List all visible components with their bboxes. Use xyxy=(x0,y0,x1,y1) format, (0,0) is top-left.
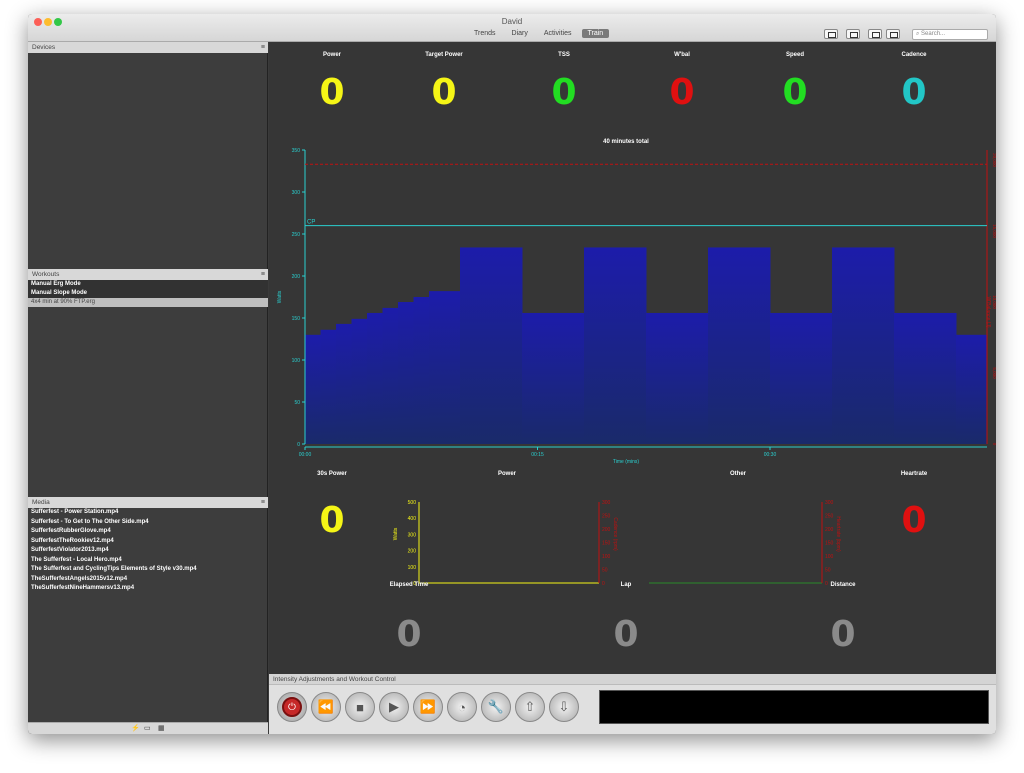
fast-forward-icon: ⏩ xyxy=(419,699,437,714)
power-icon: ⏻ xyxy=(282,697,302,717)
media-item[interactable]: SufferfestRubberGlove.mp4 xyxy=(28,527,268,537)
lap-value: 0 xyxy=(613,614,639,655)
tab-train[interactable]: Train xyxy=(581,29,610,38)
single-view-button[interactable] xyxy=(868,29,882,39)
play-icon: ▶ xyxy=(389,699,399,714)
fast-forward-button[interactable]: ⏩ xyxy=(413,692,443,722)
mini-cadence-ytick: 50 xyxy=(602,568,608,574)
media-item[interactable]: Sufferfest - To Get to The Other Side.mp… xyxy=(28,518,268,528)
stopwatch-icon: ◔ xyxy=(458,699,466,715)
devices-header: Devices ≡ xyxy=(28,42,268,53)
elapsed-time-label: Elapsed Time xyxy=(389,582,429,588)
hamburger-icon[interactable]: ≡ xyxy=(261,269,265,280)
distance-label: Distance xyxy=(830,582,856,588)
media-item[interactable]: SufferfestViolator2013.mp4 xyxy=(28,546,268,556)
mini-cadence-ytick: 150 xyxy=(602,541,611,547)
workout-control-panel: Intensity Adjustments and Workout Contro… xyxy=(269,674,996,734)
mini-cadence-ytick: 200 xyxy=(602,527,611,533)
lap-label: Lap xyxy=(620,582,632,588)
workout-item-selected[interactable]: 4x4 min at 90% FTP.erg xyxy=(28,298,268,307)
media-header: Media ≡ xyxy=(28,497,268,508)
media-header-label: Media xyxy=(32,499,50,506)
media-item[interactable]: The Sufferfest - Local Hero.mp4 xyxy=(28,556,268,566)
mini-power-ylabel: Watts xyxy=(393,527,399,540)
folder-icon[interactable]: ▭ xyxy=(144,724,151,732)
mini-power-ytick: 400 xyxy=(408,516,417,522)
toggle-bottom-panel-button[interactable] xyxy=(846,29,860,39)
rewind-button[interactable]: ⏪ xyxy=(311,692,341,722)
mini-heartrate-ylabel: Heartrate (bpm) xyxy=(835,516,841,552)
lap-timer-button[interactable]: ◔ xyxy=(447,692,477,722)
view-tabs: Trends Diary Activities Train xyxy=(468,29,610,38)
toggle-sidebar-button[interactable] xyxy=(824,29,838,39)
intensity-down-button[interactable]: ⇩ xyxy=(549,692,579,722)
mini-heartrate-ytick: 300 xyxy=(825,500,834,506)
control-panel-header: Intensity Adjustments and Workout Contro… xyxy=(269,674,996,685)
sidebar-footer: ⚡ ▭ ▦ xyxy=(28,722,268,734)
mini-power-ytick: 300 xyxy=(408,532,417,538)
media-item[interactable]: Sufferfest - Power Station.mp4 xyxy=(28,508,268,518)
calibrate-button[interactable]: 🔧 xyxy=(481,692,511,722)
wrench-icon: 🔧 xyxy=(487,699,505,714)
intensity-up-button[interactable]: ⇧ xyxy=(515,692,545,722)
mini-power-ytick: 100 xyxy=(408,565,417,571)
media-item[interactable]: The Sufferfest and CyclingTips Elements … xyxy=(28,565,268,575)
tiled-view-button[interactable] xyxy=(886,29,900,39)
mini-heartrate-ytick: 250 xyxy=(825,514,834,520)
media-item[interactable]: SufferfestTheRookiev12.mp4 xyxy=(28,537,268,547)
mini-cadence-ytick: 300 xyxy=(602,500,611,506)
mini-power-ytick: 200 xyxy=(408,549,417,555)
window-title: David xyxy=(501,17,523,26)
mini-heartrate-ytick: 100 xyxy=(825,554,834,560)
notification-display xyxy=(599,690,989,724)
hamburger-icon[interactable]: ≡ xyxy=(261,497,265,508)
mini-cadence-ytick: 100 xyxy=(602,554,611,560)
sidebar: Devices ≡ Workouts ≡ Manual Erg Mode Man… xyxy=(28,42,268,734)
mini-heartrate-ytick: 200 xyxy=(825,527,834,533)
stop-button[interactable]: ■ xyxy=(345,692,375,722)
mini-heartrate-ytick: 150 xyxy=(825,541,834,547)
rewind-icon: ⏪ xyxy=(317,699,335,714)
workout-item[interactable]: Manual Erg Mode xyxy=(28,280,268,289)
power-button[interactable]: ⏻ xyxy=(277,692,307,722)
lightning-icon[interactable]: ⚡ xyxy=(131,724,140,732)
search-input[interactable]: ⌕ Search... xyxy=(912,29,988,40)
tab-trends[interactable]: Trends xyxy=(468,29,502,38)
workout-item[interactable]: Manual Slope Mode xyxy=(28,289,268,298)
mini-heartrate-ytick: 50 xyxy=(825,568,831,574)
app-window: David Trends Diary Activities Train ⌕ Se… xyxy=(28,14,996,734)
search-placeholder: Search... xyxy=(921,31,946,37)
tab-diary[interactable]: Diary xyxy=(506,29,534,38)
distance-value: 0 xyxy=(830,614,856,655)
mini-power-ytick: 500 xyxy=(408,500,417,506)
workouts-header-label: Workouts xyxy=(32,271,60,278)
workouts-header: Workouts ≡ xyxy=(28,269,268,280)
film-icon[interactable]: ▦ xyxy=(158,724,165,732)
elapsed-time-value: 0 xyxy=(396,614,422,655)
play-button[interactable]: ▶ xyxy=(379,692,409,722)
stop-icon: ■ xyxy=(356,699,364,715)
arrow-down-icon: ⇩ xyxy=(558,699,570,714)
arrow-up-icon: ⇧ xyxy=(524,699,536,714)
mini-cadence-ytick: 250 xyxy=(602,514,611,520)
live-mini-charts: Watts Cadence (rpm) Heartrate (bpm) 0100… xyxy=(393,500,841,587)
mini-cadence-ylabel: Cadence (rpm) xyxy=(612,517,618,551)
title-bar: David Trends Diary Activities Train ⌕ Se… xyxy=(28,14,996,42)
search-icon: ⌕ xyxy=(916,31,920,37)
media-item[interactable]: TheSufferfestAngels2015v12.mp4 xyxy=(28,575,268,585)
media-item[interactable]: TheSufferfestNineHammersv13.mp4 xyxy=(28,584,268,594)
tab-activities[interactable]: Activities xyxy=(538,29,578,38)
devices-header-label: Devices xyxy=(32,44,56,51)
hamburger-icon[interactable]: ≡ xyxy=(261,42,265,53)
train-main: Power 0 Target Power 0 TSS 0 W'bal 0 Spe… xyxy=(269,42,996,674)
